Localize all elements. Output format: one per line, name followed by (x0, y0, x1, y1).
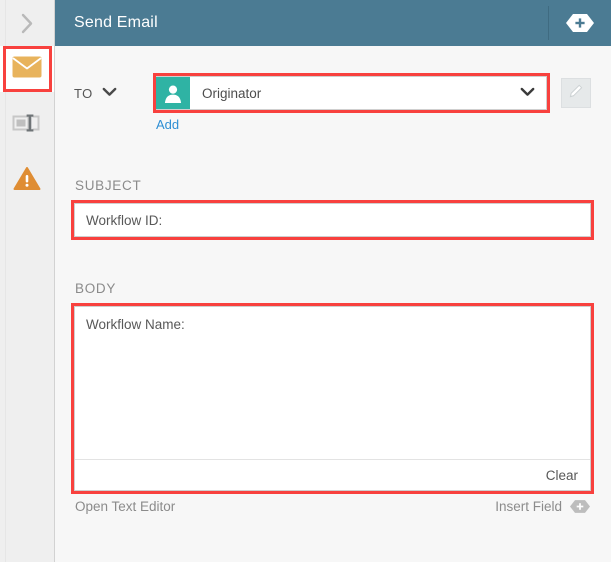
chevron-down-icon[interactable] (102, 84, 117, 102)
hexagon-plus-icon[interactable] (570, 500, 590, 513)
titlebar-divider (548, 6, 549, 40)
envelope-icon (12, 56, 42, 83)
to-label-group[interactable]: TO (74, 76, 156, 110)
edit-recipient-button[interactable] (561, 78, 591, 108)
chevron-down-icon[interactable] (520, 84, 535, 102)
warning-triangle-icon (13, 166, 41, 196)
subject-field-wrapper: Workflow ID: (71, 200, 594, 240)
chevron-right-icon (19, 11, 36, 36)
hexagon-plus-icon[interactable] (566, 14, 594, 32)
open-text-editor-link[interactable]: Open Text Editor (75, 499, 175, 514)
sidebar-item-send-email[interactable] (0, 46, 54, 92)
page-title: Send Email (74, 14, 158, 31)
window-titlebar: Send Email (55, 0, 611, 46)
subject-input[interactable]: Workflow ID: (74, 203, 591, 237)
body-editor[interactable]: Workflow Name: Clear (74, 306, 591, 491)
recipient-field-wrapper: Originator (153, 73, 550, 113)
pencil-icon (567, 82, 585, 105)
editor-bottom-bar: Open Text Editor Insert Field (74, 499, 591, 514)
send-email-window: Send Email TO Originator Add SUBJECT Wor… (0, 0, 611, 562)
body-label: BODY (75, 281, 117, 296)
add-recipient-link[interactable]: Add (156, 117, 179, 132)
to-label: TO (74, 85, 93, 101)
text-field-icon (11, 111, 43, 140)
body-textarea[interactable]: Workflow Name: (75, 307, 590, 459)
workflow-step-rail (0, 0, 55, 562)
sidebar-item-form-field[interactable] (0, 102, 54, 148)
titlebar-actions (548, 0, 611, 46)
clear-body-link[interactable]: Clear (546, 468, 578, 483)
form-content: TO Originator Add SUBJECT Workflow ID: B… (55, 46, 611, 562)
insert-field-button[interactable]: Insert Field (495, 499, 590, 514)
main-panel: Send Email TO Originator Add SUBJECT Wor… (55, 0, 611, 562)
rail-expand-button[interactable] (0, 0, 54, 46)
body-field-wrapper: Workflow Name: Clear (71, 303, 594, 494)
rail-spacer-1 (0, 92, 54, 102)
insert-field-label: Insert Field (495, 499, 562, 514)
sidebar-item-alert[interactable] (0, 158, 54, 204)
person-icon (156, 77, 190, 109)
recipient-column: Originator Add (153, 73, 550, 134)
subject-label: SUBJECT (75, 178, 142, 193)
to-row: TO Originator Add (74, 46, 591, 134)
body-editor-footer: Clear (75, 459, 590, 490)
recipient-select[interactable]: Originator (156, 76, 547, 110)
rail-spacer-2 (0, 148, 54, 158)
recipient-value: Originator (202, 85, 262, 101)
